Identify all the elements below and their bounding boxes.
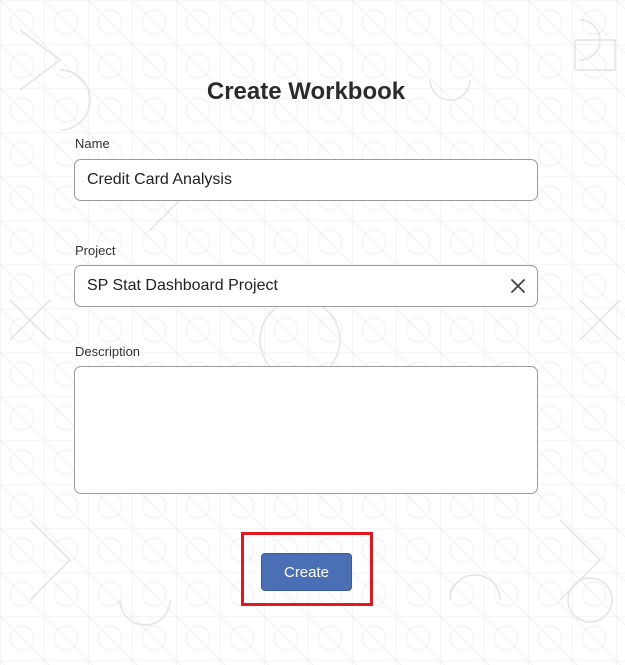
page-title: Create Workbook [206,78,406,105]
create-workbook-form: Create Workbook Name Project Description… [0,0,625,665]
project-label: Project [75,243,116,258]
description-label: Description [75,344,141,359]
name-input[interactable] [74,159,538,201]
project-input[interactable] [74,265,538,307]
name-label: Name [75,136,110,151]
description-textarea[interactable] [74,366,538,494]
close-icon[interactable] [506,274,530,298]
create-button[interactable]: Create [261,553,352,591]
